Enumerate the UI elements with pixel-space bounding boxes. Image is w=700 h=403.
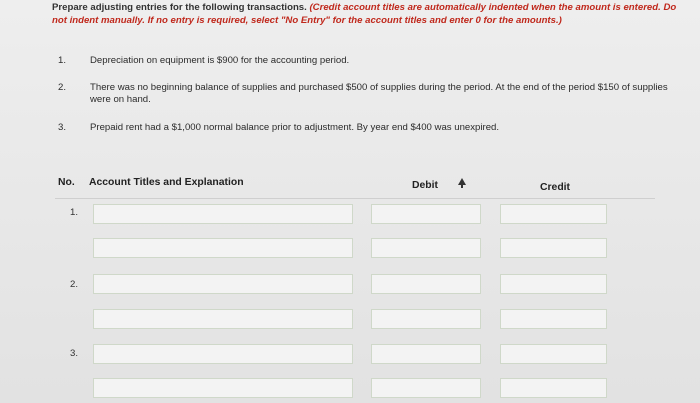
- transaction-number: 1.: [58, 55, 67, 66]
- journal-entry-page: Prepare adjusting entries for the follow…: [0, 0, 700, 403]
- credit-input[interactable]: [500, 309, 607, 329]
- account-title-input[interactable]: [93, 238, 353, 258]
- account-title-input[interactable]: [93, 274, 353, 294]
- transaction-text: Prepaid rent had a $1,000 normal balance…: [90, 122, 500, 133]
- credit-input[interactable]: [500, 274, 607, 294]
- debit-input[interactable]: [371, 238, 481, 258]
- account-title-input[interactable]: [93, 309, 353, 329]
- column-header-account: Account Titles and Explanation: [89, 177, 244, 188]
- mouse-cursor-icon: [458, 178, 466, 188]
- account-title-input[interactable]: [93, 344, 353, 364]
- debit-input[interactable]: [371, 204, 481, 224]
- transaction-number: 2.: [58, 82, 67, 93]
- instructions-main: Prepare adjusting entries for the follow…: [52, 2, 307, 13]
- credit-input[interactable]: [500, 204, 607, 224]
- column-header-debit: Debit: [412, 180, 438, 191]
- instructions: Prepare adjusting entries for the follow…: [52, 1, 692, 27]
- transaction-number: 3.: [58, 122, 67, 133]
- credit-input[interactable]: [500, 344, 607, 364]
- entry-number: 3.: [70, 348, 79, 359]
- header-divider: [55, 198, 655, 199]
- account-title-input[interactable]: [93, 378, 353, 398]
- transaction-text: Depreciation on equipment is $900 for th…: [90, 55, 350, 66]
- credit-input[interactable]: [500, 238, 607, 258]
- column-header-credit: Credit: [540, 182, 571, 193]
- entry-number: 1.: [70, 207, 79, 218]
- account-title-input[interactable]: [93, 204, 353, 224]
- entry-number: 2.: [70, 279, 79, 290]
- debit-input[interactable]: [371, 344, 481, 364]
- debit-input[interactable]: [371, 274, 481, 294]
- debit-input[interactable]: [371, 378, 481, 398]
- transaction-text: There was no beginning balance of suppli…: [90, 82, 668, 105]
- debit-input[interactable]: [371, 309, 481, 329]
- column-header-no: No.: [58, 177, 75, 188]
- credit-input[interactable]: [500, 378, 607, 398]
